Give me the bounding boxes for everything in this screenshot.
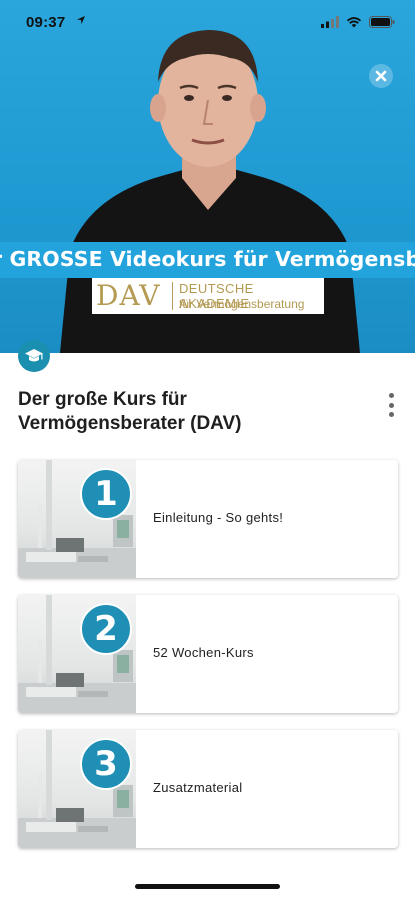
home-indicator[interactable] [135, 884, 280, 889]
module-card[interactable]: 3 Zusatzmaterial [18, 730, 398, 848]
module-number-badge: 1 [80, 468, 132, 520]
course-badge [18, 340, 50, 372]
module-card[interactable]: 1 Einleitung - So gehts! [18, 460, 398, 578]
cellular-signal-icon [321, 16, 339, 28]
banner-text: r GROSSE Videokurs für Vermögensberat [0, 247, 415, 271]
module-thumbnail: 2 [18, 595, 136, 713]
module-thumbnail: 1 [18, 460, 136, 578]
battery-icon [369, 16, 395, 28]
logo-mark: DAV [96, 279, 161, 312]
module-list: 1 Einleitung - So gehts! 2 52 Wochen-Kur… [18, 460, 398, 865]
module-label: Einleitung - So gehts! [153, 510, 284, 525]
close-icon [375, 70, 387, 82]
close-button[interactable] [369, 64, 393, 88]
status-bar: 09:37 [0, 0, 415, 44]
more-dot-icon [388, 412, 394, 417]
wifi-icon [346, 17, 362, 28]
course-title: Der große Kurs für Vermögensberater (DAV… [18, 389, 242, 434]
module-number-badge: 3 [80, 738, 132, 790]
more-dot-icon [388, 402, 394, 408]
module-number-badge: 2 [80, 603, 132, 655]
module-card[interactable]: 2 52 Wochen-Kurs [18, 595, 398, 713]
module-thumbnail: 3 [18, 730, 136, 848]
video-title-banner: r GROSSE Videokurs für Vermögensberat [0, 242, 415, 278]
module-label: Zusatzmaterial [153, 780, 243, 795]
video-header[interactable]: 09:37 GROSSE Videokurs für Vermögensb DA… [0, 0, 415, 353]
more-dot-icon [388, 393, 394, 398]
module-label: 52 Wochen-Kurs [153, 645, 254, 660]
logo-divider [172, 282, 173, 310]
more-options-button[interactable] [383, 393, 399, 417]
location-arrow-icon [77, 16, 85, 24]
logo-line-2: für Vermögensberatung [179, 297, 305, 311]
graduation-cap-icon [25, 349, 43, 362]
status-time: 09:37 [26, 14, 66, 31]
dav-logo: DAV DEUTSCHE AKADEMIE für Vermögensberat… [92, 278, 324, 314]
